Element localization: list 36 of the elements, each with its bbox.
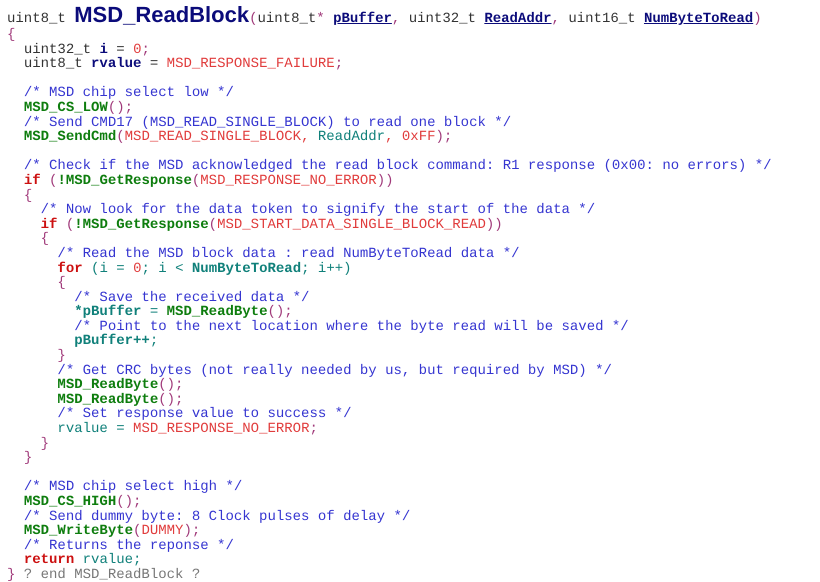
code-line: if (!MSD_GetResponse(MSD_START_DATA_SINGLE_BLOCK_READ))	[40, 218, 503, 232]
code-line: uint32_t i = 0;	[24, 42, 150, 58]
code-line: if (!MSD_GetResponse(MSD_RESPONSE_NO_ERROR))	[24, 174, 394, 189]
code-line: /* Returns the reponse */	[24, 538, 234, 554]
code-line: /* Check if the MSD acknowledged the read block command: R1 response (0x00: no errors) */	[24, 159, 772, 174]
code-line: }	[57, 349, 66, 364]
code-line: {	[57, 276, 66, 291]
code-line: {	[7, 28, 16, 43]
code-line: /* MSD chip select low */	[24, 86, 234, 101]
code-line: MSD_ReadByte();	[57, 392, 184, 408]
code-line: MSD_CS_LOW();	[24, 100, 134, 116]
code-line: /* Now look for the data token to signify the start of the data */	[40, 203, 596, 218]
code-line: rvalue = MSD_RESPONSE_NO_ERROR;	[57, 422, 318, 437]
code-line: MSD_ReadByte();	[57, 378, 184, 393]
code-line: /* MSD chip select high */	[24, 480, 242, 495]
code-line: /* Send CMD17 (MSD_READ_SINGLE_BLOCK) to read one block */	[24, 116, 512, 130]
code-line: MSD_WriteByte(DUMMY);	[24, 524, 200, 539]
code-line: pBuffer++;	[74, 334, 158, 350]
code-line: MSD_SendCmd(MSD_READ_SINGLE_BLOCK, ReadAddr, 0xFF);	[24, 130, 452, 145]
code-line: uint8_t rvalue = MSD_RESPONSE_FAILURE;	[24, 57, 344, 72]
code-line: return rvalue;	[24, 553, 142, 568]
code-line: /* Read the MSD block data : read NumByteToRead data */	[57, 246, 520, 262]
code-line: }	[40, 436, 50, 452]
function-signature: uint8_t MSD_ReadBlock(uint8_t* pBuffer, uint32_t ReadAddr, uint16_t NumByteToRead)	[7, 2, 762, 28]
code-line: /* Set response value to success */	[57, 407, 352, 422]
code-line: /* Point to the next location where the byte read will be saved */	[74, 320, 629, 334]
code-line: /* Save the received data */	[74, 290, 310, 306]
code-line: } ? end MSD_ReadBlock ?	[7, 568, 200, 582]
code-line: for (i = 0; i < NumByteToRead; i++)	[57, 262, 352, 276]
code-line: /* Get CRC bytes (not really needed by us, but required by MSD) */	[57, 364, 612, 378]
code-line: {	[40, 232, 50, 247]
code-line: {	[24, 188, 32, 204]
code-line: *pBuffer = MSD_ReadByte();	[74, 305, 293, 320]
code-line: MSD_CS_HIGH();	[24, 495, 142, 510]
code-line: /* Send dummy byte: 8 Clock pulses of delay */	[24, 510, 410, 524]
code-line: }	[24, 451, 32, 466]
